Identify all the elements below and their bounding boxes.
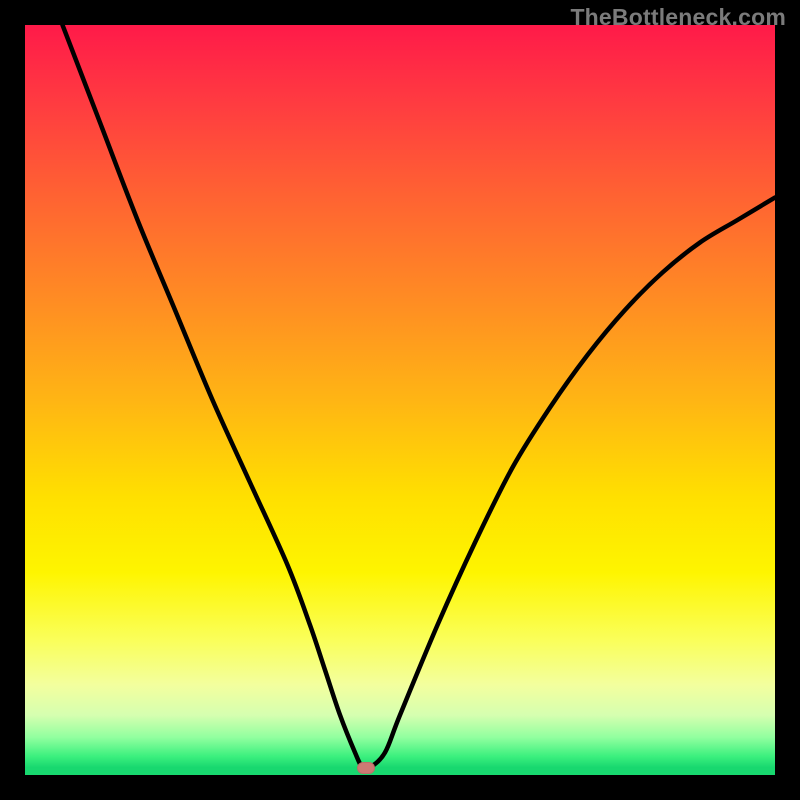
curve-svg	[25, 25, 775, 775]
chart-frame: TheBottleneck.com	[0, 0, 800, 800]
optimal-marker	[357, 762, 375, 774]
bottleneck-curve	[63, 25, 776, 769]
plot-area	[25, 25, 775, 775]
watermark-text: TheBottleneck.com	[570, 4, 786, 31]
